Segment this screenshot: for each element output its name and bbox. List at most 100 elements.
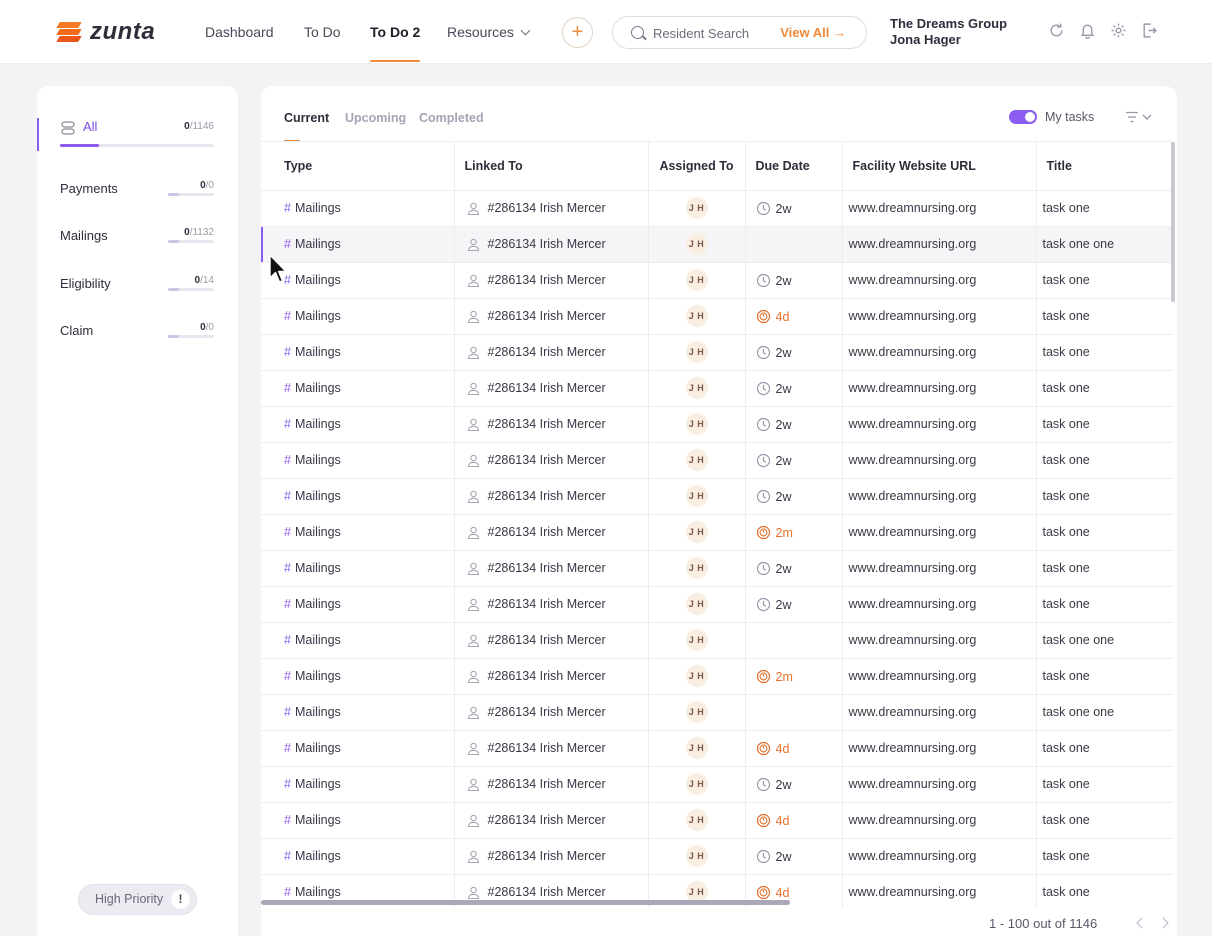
table-row[interactable]: # Mailings #286134 Irish Mercer J H 2w www.dr…: [261, 478, 1173, 515]
table-row[interactable]: # Mailings #286134 Irish Mercer J H 2m www.dr…: [261, 514, 1173, 551]
avatar[interactable]: J H: [685, 377, 708, 399]
tab-current[interactable]: Current: [284, 111, 329, 142]
column-header-facility-url[interactable]: Facility Website URL: [842, 142, 1037, 191]
tasks-table-container[interactable]: Type Linked To Assigned To Due Date Faci…: [261, 141, 1173, 908]
column-header-due-date[interactable]: Due Date: [745, 142, 843, 191]
vertical-scrollbar[interactable]: [1171, 142, 1175, 302]
table-row[interactable]: # Mailings #286134 Irish Mercer J H 2m www.dr…: [261, 658, 1173, 695]
avatar[interactable]: J H: [685, 737, 708, 759]
cell-linked-to[interactable]: #286134 Irish Mercer: [454, 586, 649, 623]
avatar[interactable]: J H: [685, 305, 708, 327]
table-row[interactable]: # Mailings #286134 Irish Mercer J H 2w www.dr…: [261, 442, 1173, 479]
nav-dashboard[interactable]: Dashboard: [205, 0, 274, 64]
logout-icon[interactable]: [1141, 22, 1158, 39]
cell-linked-to[interactable]: #286134 Irish Mercer: [454, 190, 649, 227]
account-info[interactable]: The Dreams Group Jona Hager: [890, 16, 1007, 48]
table-row[interactable]: # Mailings #286134 Irish Mercer J H 4d www.dr…: [261, 298, 1173, 335]
avatar[interactable]: J H: [685, 449, 708, 471]
my-tasks-toggle[interactable]: My tasks: [1009, 109, 1094, 125]
cell-linked-to[interactable]: #286134 Irish Mercer: [454, 838, 649, 875]
avatar[interactable]: J H: [685, 413, 708, 435]
type-value: Mailings: [294, 273, 341, 287]
table-row[interactable]: # Mailings #286134 Irish Mercer J H 2w www.dr…: [261, 370, 1173, 407]
table-row[interactable]: # Mailings #286134 Irish Mercer J H 2w www.dr…: [261, 838, 1173, 875]
avatar[interactable]: J H: [685, 233, 708, 255]
view-all-link[interactable]: View All →: [780, 25, 846, 40]
table-row[interactable]: # Mailings #286134 Irish Mercer J H 2w www.dr…: [261, 766, 1173, 803]
table-row[interactable]: # Mailings #286134 Irish Mercer J H 2w www.dr…: [261, 262, 1173, 299]
table-row[interactable]: # Mailings #286134 Irish Mercer J H 2w www.dr…: [261, 190, 1173, 227]
cell-linked-to[interactable]: #286134 Irish Mercer: [454, 478, 649, 515]
category-claim[interactable]: Claim 0/0: [37, 322, 238, 362]
nav-todo[interactable]: To Do: [304, 0, 341, 64]
avatar[interactable]: J H: [685, 773, 708, 795]
avatar[interactable]: J H: [685, 269, 708, 291]
add-button[interactable]: +: [562, 17, 593, 48]
task-title: task one: [1042, 885, 1090, 899]
table-row[interactable]: # Mailings #286134 Irish Mercer J H 2w www.dr…: [261, 586, 1173, 623]
avatar[interactable]: J H: [685, 341, 708, 363]
table-row[interactable]: # Mailings #286134 Irish Mercer J H 2w www.dr…: [261, 406, 1173, 443]
chevron-left-icon[interactable]: [1136, 917, 1148, 929]
column-header-assigned-to[interactable]: Assigned To: [648, 142, 746, 191]
table-row[interactable]: # Mailings #286134 Irish Mercer J H www.drea…: [261, 226, 1173, 263]
high-priority-button[interactable]: High Priority !: [78, 884, 197, 915]
chevron-right-icon[interactable]: [1157, 917, 1169, 929]
search-input[interactable]: [653, 23, 783, 43]
column-header-linked-to[interactable]: Linked To: [454, 142, 649, 191]
cell-linked-to[interactable]: #286134 Irish Mercer: [454, 370, 649, 407]
table-row[interactable]: # Mailings #286134 Irish Mercer J H 2w www.dr…: [261, 550, 1173, 587]
table-row[interactable]: # Mailings #286134 Irish Mercer J H www.drea…: [261, 622, 1173, 659]
top-bar: zunta Dashboard To Do To Do 2 Resources …: [0, 0, 1212, 64]
gear-icon[interactable]: [1110, 22, 1127, 39]
nav-todo-2[interactable]: To Do 2: [370, 0, 421, 64]
cell-linked-to[interactable]: #286134 Irish Mercer: [454, 550, 649, 587]
table-row[interactable]: # Mailings #286134 Irish Mercer J H 2w www.dr…: [261, 334, 1173, 371]
cell-linked-to[interactable]: #286134 Irish Mercer: [454, 514, 649, 551]
hash-icon: #: [284, 453, 291, 467]
tab-upcoming[interactable]: Upcoming: [345, 111, 406, 125]
nav-resources[interactable]: Resources: [447, 0, 531, 64]
zunta-logo[interactable]: zunta: [56, 18, 155, 46]
category-mailings[interactable]: Mailings 0/1132: [37, 227, 238, 267]
avatar[interactable]: J H: [685, 593, 708, 615]
tab-completed[interactable]: Completed: [419, 111, 484, 125]
category-all[interactable]: All 0/1146: [37, 118, 238, 158]
avatar[interactable]: J H: [685, 485, 708, 507]
cell-linked-to[interactable]: #286134 Irish Mercer: [454, 334, 649, 371]
refresh-icon[interactable]: [1048, 22, 1065, 39]
toggle-switch[interactable]: [1009, 110, 1037, 124]
avatar[interactable]: J H: [685, 557, 708, 579]
avatar[interactable]: J H: [685, 665, 708, 687]
avatar[interactable]: J H: [685, 809, 708, 831]
category-eligibility[interactable]: Eligibility 0/14: [37, 275, 238, 315]
filter-icon[interactable]: [1125, 111, 1153, 123]
table-row[interactable]: # Mailings #286134 Irish Mercer J H 4d www.dr…: [261, 802, 1173, 839]
table-row[interactable]: # Mailings #286134 Irish Mercer J H www.drea…: [261, 694, 1173, 731]
cell-linked-to[interactable]: #286134 Irish Mercer: [454, 442, 649, 479]
cell-linked-to[interactable]: #286134 Irish Mercer: [454, 406, 649, 443]
cell-linked-to[interactable]: #286134 Irish Mercer: [454, 622, 649, 659]
category-payments[interactable]: Payments 0/0: [37, 180, 238, 220]
column-header-title[interactable]: Title: [1036, 142, 1173, 191]
table-row[interactable]: # Mailings #286134 Irish Mercer J H 4d www.dr…: [261, 730, 1173, 767]
avatar[interactable]: J H: [685, 629, 708, 651]
cell-linked-to[interactable]: #286134 Irish Mercer: [454, 730, 649, 767]
column-header-type[interactable]: Type: [261, 142, 455, 191]
cell-linked-to[interactable]: #286134 Irish Mercer: [454, 766, 649, 803]
category-count: 0/14: [194, 275, 214, 286]
cell-type: # Mailings: [261, 622, 455, 659]
cell-linked-to[interactable]: #286134 Irish Mercer: [454, 262, 649, 299]
avatar[interactable]: J H: [685, 845, 708, 867]
bell-icon[interactable]: [1079, 22, 1096, 39]
cell-linked-to[interactable]: #286134 Irish Mercer: [454, 802, 649, 839]
cell-linked-to[interactable]: #286134 Irish Mercer: [454, 298, 649, 335]
avatar[interactable]: J H: [685, 197, 708, 219]
avatar[interactable]: J H: [685, 701, 708, 723]
cell-linked-to[interactable]: #286134 Irish Mercer: [454, 658, 649, 695]
hash-icon: #: [284, 885, 291, 899]
horizontal-scrollbar[interactable]: [261, 900, 790, 905]
cell-linked-to[interactable]: #286134 Irish Mercer: [454, 694, 649, 731]
cell-linked-to[interactable]: #286134 Irish Mercer: [454, 226, 649, 263]
avatar[interactable]: J H: [685, 521, 708, 543]
